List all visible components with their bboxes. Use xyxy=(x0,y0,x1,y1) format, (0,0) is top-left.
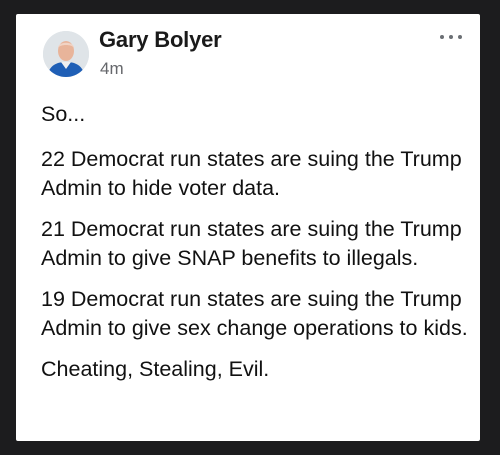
dot xyxy=(440,35,444,39)
post-paragraph: 22 Democrat run states are suing the Tru… xyxy=(41,147,462,200)
post-paragraph: 19 Democrat run states are suing the Tru… xyxy=(41,287,468,340)
post-paragraph-intro: So... xyxy=(41,102,86,126)
post-paragraph: 21 Democrat run states are suing the Tru… xyxy=(41,217,462,270)
more-options-icon[interactable] xyxy=(440,32,462,42)
author-name[interactable]: Gary Bolyer xyxy=(99,27,222,53)
dot xyxy=(458,35,462,39)
post-header: Gary Bolyer 4m xyxy=(16,14,480,94)
post-card: Gary Bolyer 4m So... 22 Democrat run sta… xyxy=(16,14,480,441)
post-time: 4m xyxy=(100,59,124,78)
post-body: So... 22 Democrat run states are suing t… xyxy=(41,100,471,396)
dot xyxy=(449,35,453,39)
avatar-photo xyxy=(43,31,89,77)
author-avatar[interactable] xyxy=(43,31,89,77)
screenshot-frame: Gary Bolyer 4m So... 22 Democrat run sta… xyxy=(0,0,500,455)
post-paragraph-closing: Cheating, Stealing, Evil. xyxy=(41,357,270,381)
